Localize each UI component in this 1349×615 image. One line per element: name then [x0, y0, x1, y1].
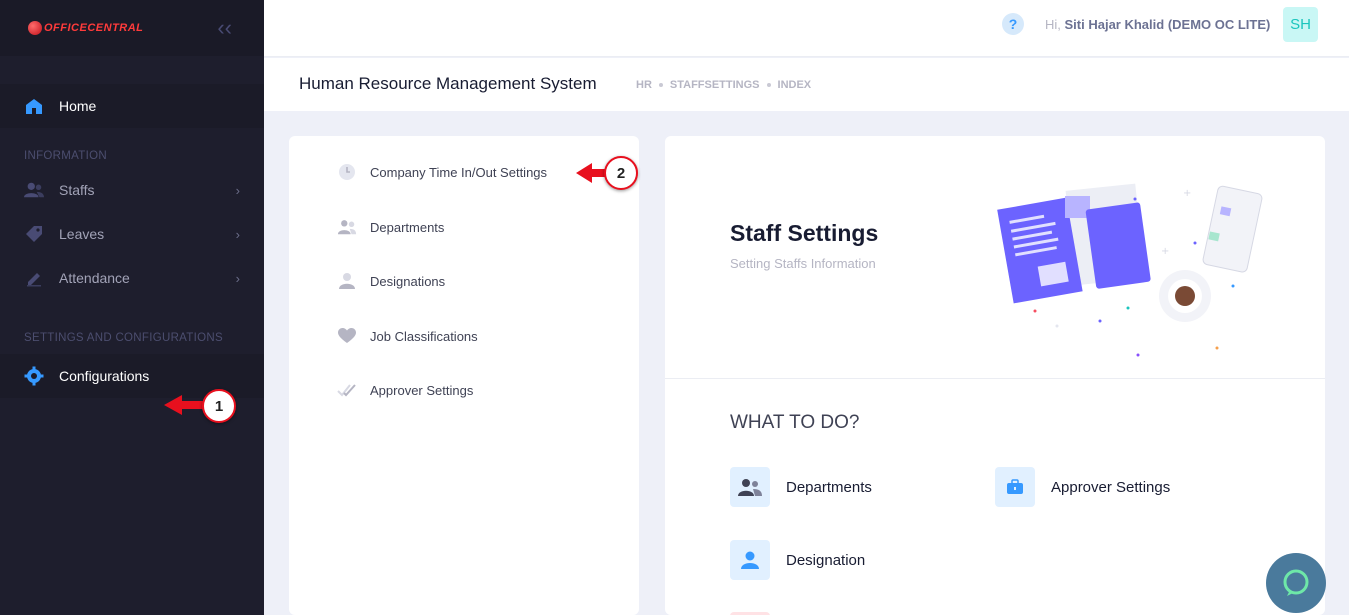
user-icon [730, 540, 770, 580]
chevron-right-icon: › [235, 226, 240, 242]
chevron-right-icon: › [235, 182, 240, 198]
help-icon[interactable]: ? [1002, 13, 1024, 35]
logo-text-office: OFFICE [44, 22, 88, 34]
breadcrumb-item[interactable]: STAFFSETTINGS [670, 79, 760, 91]
action-departments[interactable]: Departments [730, 467, 872, 507]
sidebar-item-label: Leaves [59, 226, 105, 242]
breadcrumb-separator [658, 83, 663, 87]
breadcrumb-item[interactable]: HR [636, 79, 652, 91]
sidebar-item-attendance[interactable]: Attendance › [0, 256, 264, 300]
users-icon [24, 180, 44, 200]
tag-icon [24, 224, 44, 244]
action-approver-settings[interactable]: Approver Settings [995, 467, 1170, 507]
sidebar-item-label: Home [59, 98, 97, 114]
annotation-marker-1: 1 [202, 389, 236, 423]
brand-bar: OFFICECENTRAL ‹‹ [0, 0, 264, 56]
sidebar-item-home[interactable]: Home [0, 84, 264, 128]
sidebar-item-staffs[interactable]: Staffs › [0, 168, 264, 212]
company-logo[interactable]: OFFICECENTRAL [28, 21, 143, 35]
pen-icon [24, 268, 44, 288]
sidebar-item-leaves[interactable]: Leaves › [0, 212, 264, 256]
settings-nav-card: Company Time In/Out Settings Departments… [289, 136, 639, 615]
nav-departments[interactable]: Departments [337, 217, 444, 237]
section-divider [665, 378, 1325, 379]
nav-designations[interactable]: Designations [337, 271, 445, 291]
sidebar-menu: Home INFORMATION Staffs › Leaves › Atten… [0, 84, 264, 398]
chat-bubble-icon [1283, 569, 1309, 596]
sidebar: OFFICECENTRAL ‹‹ Home INFORMATION Staffs… [0, 0, 264, 615]
nav-job-classifications[interactable]: Job Classifications [337, 326, 478, 346]
user-greeting[interactable]: Hi, Siti Hajar Khalid (DEMO OC LITE) [1045, 17, 1270, 32]
sidebar-item-label: Attendance [59, 270, 130, 286]
action-label: Departments [786, 478, 872, 496]
annotation-marker-2: 2 [604, 156, 638, 190]
clock-icon [337, 162, 357, 182]
sidebar-item-label: Staffs [59, 182, 95, 198]
page-title: Human Resource Management System [299, 74, 597, 93]
user-icon [337, 271, 357, 291]
nav-approver-settings[interactable]: Approver Settings [337, 380, 473, 400]
section-settings-label: SETTINGS AND CONFIGURATIONS [24, 332, 223, 344]
logo-globe-icon [28, 21, 42, 35]
section-information-label: INFORMATION [24, 150, 107, 162]
chevron-right-icon: › [235, 270, 240, 286]
double-check-icon [337, 380, 357, 400]
sidebar-item-label: Configurations [59, 368, 150, 384]
nav-label: Company Time In/Out Settings [370, 164, 548, 180]
subheader: Human Resource Management System HR STAF… [264, 58, 1349, 111]
staff-settings-subtitle: Setting Staffs Information [730, 256, 876, 271]
avatar[interactable]: SH [1283, 7, 1318, 42]
user-name: Siti Hajar Khalid (DEMO OC LITE) [1064, 17, 1271, 32]
action-label: Approver Settings [1051, 478, 1171, 496]
heart-icon [337, 326, 357, 346]
action-label: Designation [786, 551, 866, 569]
breadcrumb-item[interactable]: INDEX [778, 79, 812, 91]
collapse-sidebar-icon[interactable]: ‹‹ [217, 17, 232, 39]
breadcrumb: HR STAFFSETTINGS INDEX [636, 79, 811, 91]
action-designation[interactable]: Designation [730, 540, 865, 580]
logo-text-central: CENTRAL [87, 22, 144, 34]
nav-label: Designations [370, 273, 446, 289]
gear-icon [24, 366, 44, 386]
nav-label: Approver Settings [370, 382, 474, 398]
home-icon [24, 96, 44, 116]
staff-settings-title: Staff Settings [730, 220, 879, 246]
greeting-prefix: Hi, [1045, 17, 1061, 32]
svg-text:+: + [1161, 246, 1169, 257]
documents-illustration: + + [997, 183, 1263, 357]
what-to-do-heading: WHAT TO DO? [730, 412, 860, 433]
nav-company-time-settings[interactable]: Company Time In/Out Settings [337, 162, 547, 182]
nav-label: Departments [370, 219, 445, 235]
top-header: ? Hi, Siti Hajar Khalid (DEMO OC LITE) S… [264, 0, 1349, 57]
group-icon [730, 467, 770, 507]
nav-label: Job Classifications [370, 328, 478, 344]
staff-settings-card: Staff Settings Setting Staffs Informatio… [665, 136, 1325, 615]
breadcrumb-separator [766, 83, 771, 87]
chat-widget-button[interactable] [1266, 553, 1326, 613]
group-icon [337, 217, 357, 237]
briefcase-icon [995, 467, 1035, 507]
svg-text:+: + [1183, 188, 1191, 199]
